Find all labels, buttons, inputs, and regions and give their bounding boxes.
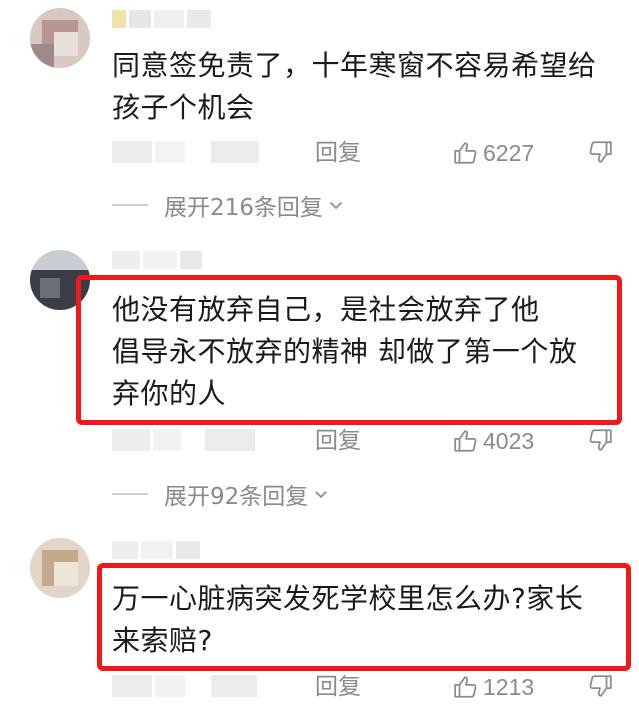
divider bbox=[112, 493, 148, 495]
username-pixelated[interactable] bbox=[112, 541, 232, 559]
like-button[interactable]: 4023 bbox=[453, 425, 534, 457]
thumbs-up-icon bbox=[454, 676, 477, 698]
comment-line: 他没有放弃自己，是社会放弃了他 bbox=[112, 293, 540, 326]
comment-line: 万一心脏病突发死学校里怎么办?家长 bbox=[112, 582, 584, 615]
like-button[interactable]: 6227 bbox=[453, 137, 534, 169]
timestamp-pixelated bbox=[112, 141, 259, 163]
avatar[interactable] bbox=[30, 8, 90, 68]
comment-meta: 回复 6227 bbox=[112, 137, 632, 169]
comment-line: 同意签免责了，十年寒窗不容易希望给 bbox=[112, 49, 597, 82]
timestamp-pixelated bbox=[112, 675, 257, 697]
like-count: 1213 bbox=[483, 673, 535, 700]
reply-button[interactable]: 回复 bbox=[315, 425, 361, 457]
thumbs-up-icon bbox=[454, 142, 477, 164]
comment-meta: 回复 4023 bbox=[112, 425, 632, 457]
thumbs-down-icon[interactable] bbox=[587, 427, 613, 453]
comment-text: 他没有放弃自己，是社会放弃了他 倡导永不放弃的精神 却做了第一个放 弃你的人 bbox=[112, 289, 632, 415]
like-button[interactable]: 1213 bbox=[453, 671, 534, 703]
comment-line: 弃你的人 bbox=[112, 377, 227, 410]
thumbs-down-icon[interactable] bbox=[587, 139, 613, 165]
chevron-down-icon bbox=[315, 491, 328, 499]
thumbs-up-icon bbox=[454, 430, 477, 452]
expand-replies-button[interactable]: 展开216条回复 bbox=[112, 189, 345, 221]
comment-line: 来索赔? bbox=[112, 624, 213, 657]
expand-replies-button[interactable]: 展开92条回复 bbox=[112, 478, 330, 510]
reply-button[interactable]: 回复 bbox=[315, 137, 361, 169]
username-pixelated[interactable] bbox=[112, 251, 232, 269]
username-pixelated[interactable] bbox=[112, 10, 232, 28]
comment-text: 同意签免责了，十年寒窗不容易希望给 孩子个机会 bbox=[112, 45, 632, 129]
comment-line: 倡导永不放弃的精神 却做了第一个放 bbox=[112, 335, 578, 368]
divider bbox=[112, 204, 148, 206]
comment-meta: 回复 1213 bbox=[112, 671, 632, 703]
like-count: 4023 bbox=[483, 427, 535, 454]
reply-button[interactable]: 回复 bbox=[315, 671, 361, 703]
expand-replies-label: 展开92条回复 bbox=[164, 484, 309, 510]
avatar[interactable] bbox=[30, 538, 90, 598]
chevron-down-icon bbox=[330, 202, 342, 210]
thumbs-down-icon[interactable] bbox=[587, 673, 613, 699]
expand-replies-label: 展开216条回复 bbox=[164, 195, 323, 221]
timestamp-pixelated bbox=[112, 429, 255, 451]
comment-text: 万一心脏病突发死学校里怎么办?家长 来索赔? bbox=[112, 578, 632, 662]
like-count: 6227 bbox=[483, 139, 535, 166]
comment-line: 孩子个机会 bbox=[112, 91, 255, 124]
